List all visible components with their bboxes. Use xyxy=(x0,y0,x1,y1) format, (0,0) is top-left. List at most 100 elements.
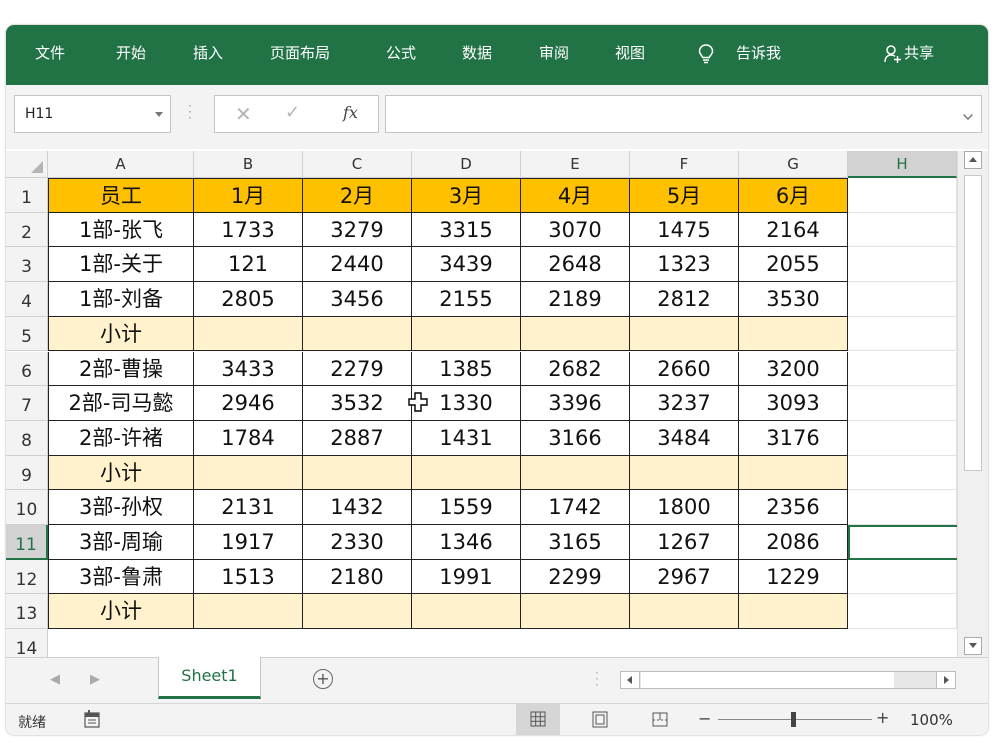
column-header-c[interactable]: C xyxy=(303,151,412,178)
cell-a2[interactable]: 1部-张飞 xyxy=(48,212,194,248)
cell-f5[interactable] xyxy=(630,316,739,352)
cell-b3[interactable]: 121 xyxy=(194,247,303,283)
cell-a13[interactable]: 小计 xyxy=(48,594,194,630)
cell-h4[interactable] xyxy=(848,282,957,317)
person-share-icon[interactable] xyxy=(884,44,902,64)
cell-g11[interactable]: 2086 xyxy=(739,525,848,560)
column-header-f[interactable]: F xyxy=(630,151,739,178)
cell-e13[interactable] xyxy=(521,594,630,630)
cell-e8[interactable]: 3166 xyxy=(521,420,630,456)
cell-g9[interactable] xyxy=(739,455,848,491)
cell-d12[interactable]: 1991 xyxy=(412,559,521,595)
cell-e12[interactable]: 2299 xyxy=(521,559,630,595)
cancel-icon[interactable]: ✕ xyxy=(235,102,252,126)
cell-f7[interactable]: 3237 xyxy=(630,386,739,421)
vertical-scrollbar[interactable] xyxy=(957,151,988,657)
cell-f3[interactable]: 1323 xyxy=(630,247,739,283)
cell-d8[interactable]: 1431 xyxy=(412,420,521,456)
column-header-g[interactable]: G xyxy=(739,151,848,178)
row-header-9[interactable]: 9 xyxy=(6,455,48,491)
expand-chevron-icon[interactable] xyxy=(963,110,973,120)
cell-c2[interactable]: 3279 xyxy=(303,212,412,248)
cell-h3[interactable] xyxy=(848,247,957,283)
tab-data[interactable]: 数据 xyxy=(462,44,492,62)
row-header-5[interactable]: 5 xyxy=(6,316,48,352)
add-sheet-button[interactable]: + xyxy=(313,669,333,689)
tab-review[interactable]: 审阅 xyxy=(539,44,569,62)
cell-b11[interactable]: 1917 xyxy=(194,525,303,560)
tab-formulas[interactable]: 公式 xyxy=(386,44,416,62)
cell-g7[interactable]: 3093 xyxy=(739,386,848,421)
share-button[interactable]: 共享 xyxy=(904,44,934,62)
prev-sheet-icon[interactable]: ◀ xyxy=(50,672,60,687)
row-header-13[interactable]: 13 xyxy=(6,594,48,630)
lightbulb-icon[interactable] xyxy=(696,43,716,65)
cell-e3[interactable]: 2648 xyxy=(521,247,630,283)
cell-b1[interactable]: 1月 xyxy=(194,178,303,213)
cell-b9[interactable] xyxy=(194,455,303,491)
macro-record-icon[interactable] xyxy=(84,710,100,728)
cell-b4[interactable]: 2805 xyxy=(194,282,303,317)
scroll-right-button[interactable] xyxy=(936,672,955,688)
cell-h6[interactable] xyxy=(848,351,957,387)
cell-f6[interactable]: 2660 xyxy=(630,351,739,387)
zoom-in-button[interactable]: + xyxy=(876,708,889,727)
zoom-out-button[interactable]: − xyxy=(698,709,711,728)
cell-g12[interactable]: 1229 xyxy=(739,559,848,595)
cell-e6[interactable]: 2682 xyxy=(521,351,630,387)
cell-b12[interactable]: 1513 xyxy=(194,559,303,595)
cell-d11[interactable]: 1346 xyxy=(412,525,521,560)
cell-c10[interactable]: 1432 xyxy=(303,490,412,525)
row-header-1[interactable]: 1 xyxy=(6,178,48,213)
cell-c7[interactable]: 3532 xyxy=(303,386,412,421)
row-header-10[interactable]: 10 xyxy=(6,490,48,525)
cell-d4[interactable]: 2155 xyxy=(412,282,521,317)
horizontal-scrollbar[interactable] xyxy=(620,671,956,689)
insert-function-icon[interactable]: fx xyxy=(343,103,358,122)
cell-a8[interactable]: 2部-许褚 xyxy=(48,420,194,456)
cell-d10[interactable]: 1559 xyxy=(412,490,521,525)
cell-b6[interactable]: 3433 xyxy=(194,351,303,387)
worksheet-grid[interactable]: A B C D E F G H 1 2 3 4 5 6 7 8 9 10 11 12 13 14 员工 1月 2月 3月 4月 5月 6… xyxy=(6,151,957,657)
cell-c11[interactable]: 2330 xyxy=(303,525,412,560)
select-all-corner[interactable] xyxy=(6,151,48,178)
cell-h9[interactable] xyxy=(848,455,957,491)
cell-a4[interactable]: 1部-刘备 xyxy=(48,282,194,317)
tab-insert[interactable]: 插入 xyxy=(193,44,223,62)
row-header-3[interactable]: 3 xyxy=(6,247,48,283)
cell-d7[interactable]: 1330 xyxy=(412,386,521,421)
tab-view[interactable]: 视图 xyxy=(615,44,645,62)
scroll-up-button[interactable] xyxy=(964,151,982,169)
cell-e4[interactable]: 2189 xyxy=(521,282,630,317)
tab-home[interactable]: 开始 xyxy=(116,44,146,62)
cell-a7[interactable]: 2部-司马懿 xyxy=(48,386,194,421)
formula-input[interactable] xyxy=(385,95,982,133)
cell-a9[interactable]: 小计 xyxy=(48,455,194,491)
active-cell-selection[interactable] xyxy=(848,525,957,560)
cell-b5[interactable] xyxy=(194,316,303,352)
cell-g2[interactable]: 2164 xyxy=(739,212,848,248)
cell-d6[interactable]: 1385 xyxy=(412,351,521,387)
cell-e2[interactable]: 3070 xyxy=(521,212,630,248)
tab-file[interactable]: 文件 xyxy=(35,44,65,62)
cell-f1[interactable]: 5月 xyxy=(630,178,739,213)
cell-g10[interactable]: 2356 xyxy=(739,490,848,525)
cell-a3[interactable]: 1部-关于 xyxy=(48,247,194,283)
column-header-h[interactable]: H xyxy=(848,151,957,178)
cell-b7[interactable]: 2946 xyxy=(194,386,303,421)
normal-view-button[interactable] xyxy=(516,704,560,735)
row-header-4[interactable]: 4 xyxy=(6,282,48,317)
cell-d13[interactable] xyxy=(412,594,521,630)
cell-e1[interactable]: 4月 xyxy=(521,178,630,213)
cell-a10[interactable]: 3部-孙权 xyxy=(48,490,194,525)
scroll-down-button[interactable] xyxy=(964,637,982,655)
cell-h7[interactable] xyxy=(848,386,957,421)
row-header-11[interactable]: 11 xyxy=(6,525,48,560)
row-header-2[interactable]: 2 xyxy=(6,212,48,248)
cell-h8[interactable] xyxy=(848,420,957,456)
cell-f9[interactable] xyxy=(630,455,739,491)
cell-h10[interactable] xyxy=(848,490,957,525)
cell-c4[interactable]: 3456 xyxy=(303,282,412,317)
vertical-scroll-thumb[interactable] xyxy=(964,175,982,471)
cell-h5[interactable] xyxy=(848,316,957,352)
